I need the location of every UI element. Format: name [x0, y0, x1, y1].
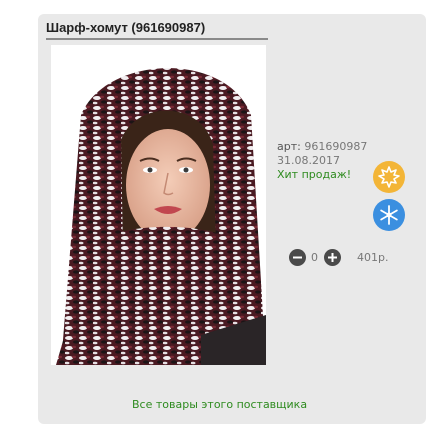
article-label: арт: [277, 140, 301, 153]
article-number: 961690987 [304, 140, 368, 153]
product-photo[interactable] [51, 45, 266, 365]
leaf-icon [373, 161, 405, 193]
article-line: арт: 961690987 [277, 140, 367, 154]
snowflake-icon [373, 199, 405, 231]
bestseller-badge: Хит продаж! [277, 168, 352, 181]
price-value: 401р. [357, 251, 389, 264]
quantity-value: 0 [311, 251, 318, 264]
product-title: Шарф-хомут (961690987) [46, 20, 206, 35]
supplier-products-link[interactable]: Все товары этого поставщика [132, 398, 307, 411]
product-photo-image [51, 45, 266, 365]
plus-icon[interactable] [324, 249, 341, 266]
minus-icon[interactable] [289, 249, 306, 266]
title-divider [46, 38, 268, 40]
product-info: арт: 961690987 31.08.2017 Хит продаж! [277, 140, 367, 182]
product-date: 31.08.2017 [277, 154, 340, 167]
